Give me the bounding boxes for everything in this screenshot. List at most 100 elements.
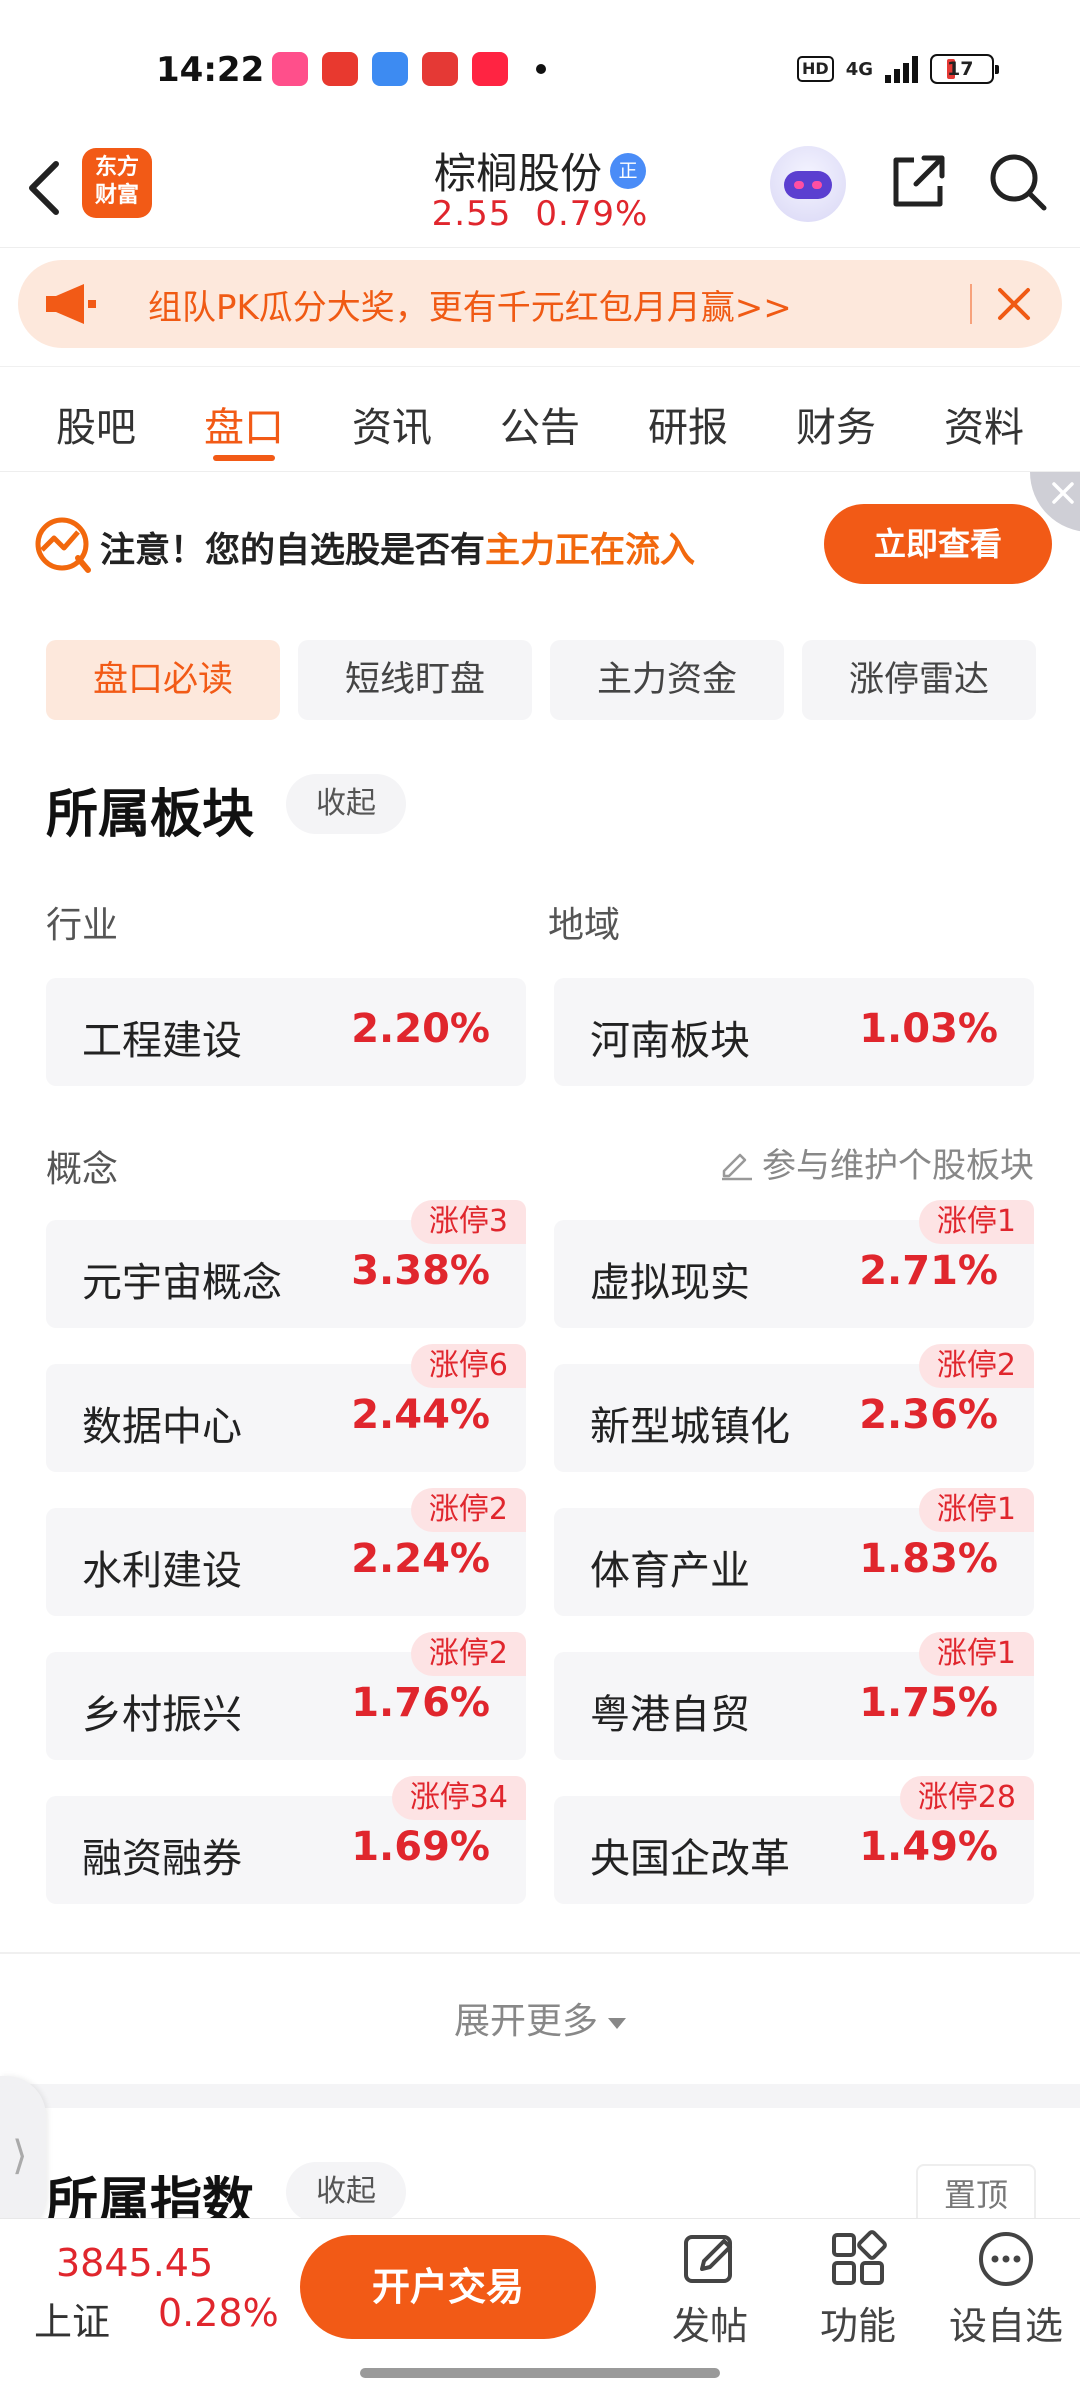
section-divider bbox=[0, 1952, 1080, 1954]
subtab-main-funds[interactable]: 主力资金 bbox=[550, 640, 784, 720]
stock-change-pct: 0.79% bbox=[535, 194, 649, 234]
status-bar: 14:22 HD 4G 17 bbox=[0, 0, 1080, 140]
sector-pct: 1.03% bbox=[859, 1006, 998, 1052]
concept-card[interactable]: 涨停6 数据中心 2.44% bbox=[46, 1344, 526, 1472]
banner-divider bbox=[970, 284, 972, 324]
promo-text[interactable]: 组队PK瓜分大奖，更有千元红包月月赢>> bbox=[148, 280, 792, 329]
concept-card[interactable]: 涨停2 水利建设 2.24% bbox=[46, 1488, 526, 1616]
edit-post-icon bbox=[684, 2235, 732, 2283]
battery-level: 17 bbox=[947, 58, 974, 80]
tab-finance[interactable]: 财务 bbox=[796, 367, 876, 471]
bottom-action-bar: 3845.45 上证 0.28% 开户交易 发帖 功能 设自选 bbox=[0, 2218, 1080, 2348]
concept-name: 元宇宙概念 bbox=[82, 1260, 282, 1306]
concept-card[interactable]: 涨停2 新型城镇化 2.36% bbox=[554, 1344, 1034, 1472]
add-watchlist-button[interactable]: 设自选 bbox=[946, 2229, 1066, 2350]
subtab-limit-up-radar[interactable]: 涨停雷达 bbox=[802, 640, 1036, 720]
share-icon[interactable] bbox=[886, 150, 950, 214]
subtab-must-read[interactable]: 盘口必读 bbox=[46, 640, 280, 720]
side-drawer-handle[interactable]: ⟩ bbox=[0, 2076, 46, 2236]
subtab-short-term[interactable]: 短线盯盘 bbox=[298, 640, 532, 720]
search-icon[interactable] bbox=[986, 150, 1050, 214]
limit-up-badge: 涨停1 bbox=[918, 1200, 1034, 1244]
pankou-subtabs: 盘口必读 短线盯盘 主力资金 涨停雷达 bbox=[46, 640, 1036, 720]
concept-card[interactable]: 涨停3 元宇宙概念 3.38% bbox=[46, 1200, 526, 1328]
concept-pct: 2.24% bbox=[351, 1536, 490, 1582]
capital-inflow-notice: 注意！您的自选股是否有主力正在流入 立即查看 bbox=[28, 500, 1052, 590]
functions-button[interactable]: 功能 bbox=[798, 2229, 918, 2350]
close-icon bbox=[1052, 482, 1074, 504]
concept-pct: 1.83% bbox=[859, 1536, 998, 1582]
stock-header: 东方 财富 棕榈股份正 2.55 0.79% bbox=[0, 140, 1080, 248]
concept-name: 水利建设 bbox=[82, 1548, 242, 1594]
tab-news[interactable]: 资讯 bbox=[352, 367, 432, 471]
post-button[interactable]: 发帖 bbox=[650, 2229, 770, 2350]
caret-down-icon bbox=[608, 2017, 626, 2029]
concept-pct: 1.69% bbox=[351, 1824, 490, 1870]
concept-pct: 1.76% bbox=[351, 1680, 490, 1726]
limit-up-badge: 涨停2 bbox=[410, 1488, 526, 1532]
tab-research[interactable]: 研报 bbox=[648, 367, 728, 471]
index-pct: 0.28% bbox=[158, 2291, 279, 2335]
region-label: 地域 bbox=[548, 905, 621, 946]
tab-announcements[interactable]: 公告 bbox=[500, 367, 580, 471]
pin-top-button[interactable]: 置顶 bbox=[916, 2164, 1036, 2226]
stock-name: 棕榈股份 bbox=[433, 149, 602, 198]
trend-chart-icon bbox=[35, 517, 91, 573]
index-collapse-button[interactable]: 收起 bbox=[286, 2162, 406, 2222]
tab-guba[interactable]: 股吧 bbox=[56, 367, 136, 471]
weather-app-icon bbox=[372, 52, 408, 86]
megaphone-icon bbox=[46, 284, 96, 324]
region-card[interactable]: 河南板块 1.03% bbox=[554, 978, 1034, 1086]
close-banner-icon[interactable] bbox=[992, 282, 1036, 326]
industry-card[interactable]: 工程建设 2.20% bbox=[46, 978, 526, 1086]
concept-card[interactable]: 涨停1 体育产业 1.83% bbox=[554, 1488, 1034, 1616]
limit-up-badge: 涨停1 bbox=[918, 1632, 1034, 1676]
sector-pct: 2.20% bbox=[351, 1006, 490, 1052]
concept-card[interactable]: 涨停1 虚拟现实 2.71% bbox=[554, 1200, 1034, 1328]
edit-pencil-icon bbox=[722, 1153, 752, 1180]
limit-up-badge: 涨停34 bbox=[391, 1776, 526, 1820]
sector-name: 工程建设 bbox=[82, 1018, 242, 1064]
sector-collapse-button[interactable]: 收起 bbox=[286, 774, 406, 834]
ai-assistant-icon[interactable] bbox=[770, 146, 846, 222]
concept-name: 数据中心 bbox=[82, 1404, 242, 1450]
zheng-badge-icon: 正 bbox=[610, 152, 646, 189]
concept-card[interactable]: 涨停28 央国企改革 1.49% bbox=[554, 1776, 1034, 1904]
concept-card[interactable]: 涨停34 融资融券 1.69% bbox=[46, 1776, 526, 1904]
limit-up-badge: 涨停2 bbox=[918, 1344, 1034, 1388]
concept-name: 融资融券 bbox=[82, 1836, 242, 1882]
expand-more-button[interactable]: 展开更多 bbox=[0, 1992, 1080, 2044]
tab-pankou[interactable]: 盘口 bbox=[204, 367, 284, 471]
section-gap bbox=[0, 2084, 1080, 2108]
signal-icon bbox=[885, 55, 918, 83]
concept-label: 概念 bbox=[46, 1149, 119, 1190]
concept-pct: 1.75% bbox=[859, 1680, 998, 1726]
index-name: 上证 bbox=[34, 2300, 111, 2344]
open-account-trade-button[interactable]: 开户交易 bbox=[300, 2235, 596, 2339]
concept-name: 体育产业 bbox=[590, 1548, 750, 1594]
concept-pct: 1.49% bbox=[859, 1824, 998, 1870]
concept-card[interactable]: 涨停1 粤港自贸 1.75% bbox=[554, 1632, 1034, 1760]
concept-pct: 2.71% bbox=[859, 1248, 998, 1294]
toutiao-app-icon bbox=[322, 52, 358, 86]
view-now-button[interactable]: 立即查看 bbox=[824, 504, 1052, 584]
chevron-right-icon: ⟩ bbox=[12, 2133, 28, 2179]
maintain-sectors-link[interactable]: 参与维护个股板块 bbox=[718, 1138, 1034, 1187]
concept-name: 粤港自贸 bbox=[590, 1692, 750, 1738]
concept-pct: 2.44% bbox=[351, 1392, 490, 1438]
more-dots-icon bbox=[979, 2232, 1033, 2286]
notification-icons bbox=[272, 52, 546, 86]
status-time: 14:22 bbox=[156, 50, 265, 90]
grid-apps-icon bbox=[832, 2230, 887, 2285]
concept-card[interactable]: 涨停2 乡村振兴 1.76% bbox=[46, 1632, 526, 1760]
promo-banner[interactable]: 组队PK瓜分大奖，更有千元红包月月赢>> bbox=[18, 260, 1062, 348]
system-indicators: HD 4G 17 bbox=[797, 54, 999, 84]
tab-profile[interactable]: 资料 bbox=[944, 367, 1024, 471]
notice-message: 注意！您的自选股是否有主力正在流入 bbox=[100, 531, 696, 571]
battery-icon: 17 bbox=[930, 54, 999, 84]
stock-price: 2.55 bbox=[431, 194, 512, 234]
home-indicator[interactable] bbox=[360, 2368, 720, 2378]
network-type: 4G bbox=[845, 58, 873, 80]
limit-up-badge: 涨停28 bbox=[899, 1776, 1034, 1820]
concept-pct: 3.38% bbox=[351, 1248, 490, 1294]
